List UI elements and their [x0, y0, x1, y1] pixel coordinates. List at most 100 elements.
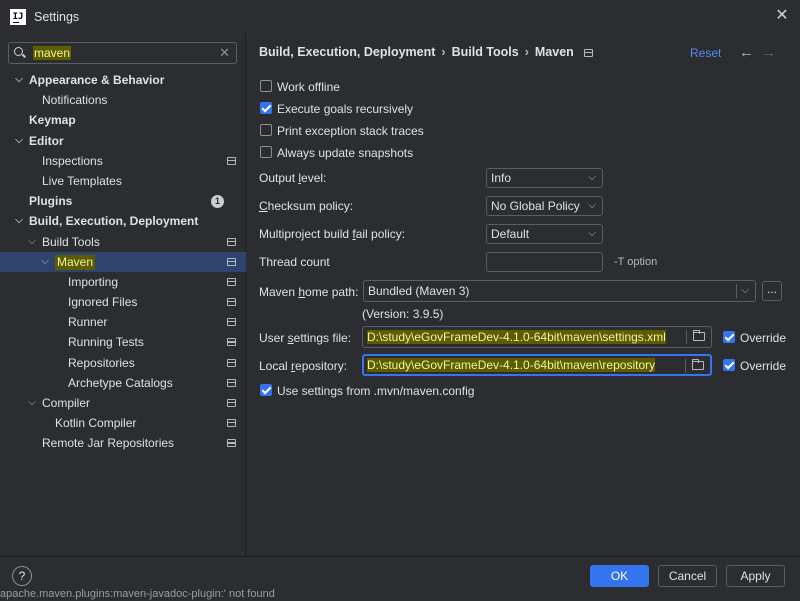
thread-count-hint: -T option: [614, 256, 658, 268]
project-scope-icon: [227, 237, 236, 246]
tree-item-ignored-files[interactable]: Ignored Files: [0, 292, 246, 312]
update-count-badge: 1: [211, 195, 224, 209]
maven-version: (Version: 3.9.5): [362, 307, 444, 321]
ok-button[interactable]: OK: [590, 565, 649, 587]
chevron-down-icon[interactable]: ⌵: [14, 70, 24, 90]
maven-settings-panel: Build, Execution, Deployment › Build Tools…: [247, 34, 800, 556]
reset-link[interactable]: Reset: [690, 46, 721, 60]
tree-item-label: Notifications: [42, 93, 108, 108]
project-scope-icon: [227, 399, 236, 407]
label-mnemonic: C: [259, 199, 268, 213]
help-button[interactable]: ?: [12, 566, 32, 586]
tree-item-archetype-catalogs[interactable]: Archetype Catalogs: [0, 373, 246, 393]
label-text: ettings file:: [293, 331, 352, 345]
label-text: Multiproject build: [259, 227, 353, 241]
chevron-down-icon[interactable]: ⌵: [14, 211, 24, 231]
breadcrumb: Build, Execution, Deployment › Build Tools…: [259, 45, 593, 59]
folder-icon[interactable]: [692, 359, 704, 370]
checkbox-label: Always update snapshots: [277, 146, 414, 160]
tree-item-notifications[interactable]: Notifications: [0, 90, 246, 110]
breadcrumb-item: Build, Execution, Deployment: [259, 45, 436, 59]
chevron-down-icon[interactable]: ⌵: [27, 232, 37, 252]
checkbox-box[interactable]: [260, 102, 272, 114]
checksum-policy-label: Checksum policy:: [259, 199, 353, 213]
project-scope-icon: [227, 358, 236, 367]
tree-item-remote-jar-repositories[interactable]: Remote Jar Repositories: [0, 433, 246, 453]
output-level-select[interactable]: Info ⌵: [486, 168, 603, 188]
maven-home-label: Maven home path:: [259, 285, 358, 299]
chevron-down-icon[interactable]: ⌵: [14, 131, 24, 151]
output-level-label: Output level:: [259, 171, 326, 185]
checkbox-box[interactable]: [723, 331, 735, 343]
tree-item-kotlin-compiler[interactable]: Kotlin Compiler: [0, 413, 246, 433]
folder-icon[interactable]: [693, 330, 705, 341]
tree-item-running-tests[interactable]: Running Tests: [0, 332, 246, 352]
browse-maven-home-button[interactable]: ...: [762, 281, 782, 301]
tree-item-build-execution-deployment[interactable]: ⌵ Build, Execution, Deployment: [0, 211, 246, 231]
thread-count-label: Thread count: [259, 255, 330, 269]
tree-item-label: Live Templates: [42, 173, 122, 188]
chevron-down-icon[interactable]: ⌵: [27, 393, 37, 413]
tree-item-plugins[interactable]: Plugins 1: [0, 191, 246, 211]
divider: [686, 330, 687, 344]
label-text: ome path:: [305, 285, 359, 299]
window-title: Settings: [34, 10, 80, 24]
multiproject-fail-policy-select[interactable]: Default ⌵: [486, 224, 603, 244]
background-status-text: apache.maven.plugins:maven-javadoc-plugi…: [0, 588, 275, 600]
checkbox-box[interactable]: [260, 124, 272, 136]
label-text: hecksum policy:: [267, 199, 354, 213]
close-icon[interactable]: ✕: [774, 8, 790, 24]
chevron-down-icon: ⌵: [741, 285, 749, 296]
tree-item-appearance-behavior[interactable]: ⌵ Appearance & Behavior: [0, 70, 246, 90]
settings-sidebar: maven ✕ ⌵ Appearance & Behavior Notificati…: [0, 34, 246, 556]
thread-count-input[interactable]: [486, 252, 603, 272]
breadcrumb-separator: ›: [441, 45, 446, 59]
tree-item-maven[interactable]: ⌵ Maven: [0, 251, 246, 272]
local-repository-input[interactable]: D:\study\eGovFrameDev-4.1.0-64bit\maven\…: [362, 354, 712, 376]
search-box[interactable]: maven ✕: [8, 42, 237, 64]
breadcrumb-item: Build Tools: [451, 45, 519, 59]
chevron-down-icon[interactable]: ⌵: [40, 252, 50, 272]
tree-item-label: Build, Execution, Deployment: [29, 214, 199, 229]
checkbox-box[interactable]: [260, 146, 272, 158]
tree-item-compiler[interactable]: ⌵ Compiler: [0, 393, 246, 413]
tree-item-live-templates[interactable]: Live Templates: [0, 171, 246, 191]
tree-item-inspections[interactable]: Inspections: [0, 151, 246, 171]
checkbox-box[interactable]: [260, 80, 272, 92]
tree-item-repositories[interactable]: Repositories: [0, 353, 246, 373]
tree-item-label: Compiler: [42, 396, 91, 410]
forward-arrow-icon[interactable]: →: [761, 44, 776, 61]
tree-item-importing[interactable]: Importing: [0, 272, 246, 292]
tree-item-label: Editor: [29, 133, 64, 148]
back-arrow-icon[interactable]: ←: [739, 44, 754, 61]
project-scope-icon: [227, 318, 236, 327]
tree-item-label: Plugins: [29, 194, 73, 209]
search-input[interactable]: maven: [33, 46, 72, 60]
tree-item-label: Build Tools: [42, 234, 100, 249]
checksum-policy-select[interactable]: No Global Policy ⌵: [486, 196, 603, 216]
maven-home-select[interactable]: Bundled (Maven 3) ⌵: [363, 280, 756, 302]
search-icon[interactable]: [14, 45, 30, 61]
tree-item-editor[interactable]: ⌵ Editor: [0, 131, 246, 151]
tree-item-label: Runner: [68, 315, 108, 330]
tree-item-runner[interactable]: Runner: [0, 312, 246, 332]
tree-item-build-tools[interactable]: ⌵ Build Tools: [0, 232, 246, 252]
user-settings-file-label: User settings file:: [259, 331, 351, 345]
clear-search-icon[interactable]: ✕: [219, 45, 230, 61]
tree-item-label: Inspections: [42, 153, 103, 168]
divider: [685, 359, 686, 373]
project-scope-icon: [227, 338, 236, 347]
project-scope-icon: [227, 257, 236, 266]
user-settings-file-input[interactable]: D:\study\eGovFrameDev-4.1.0-64bit\maven\…: [362, 326, 712, 348]
title-bar: IJ Settings ✕: [0, 0, 800, 34]
cancel-button[interactable]: Cancel: [658, 565, 717, 587]
apply-button[interactable]: Apply: [726, 565, 785, 587]
tree-item-keymap[interactable]: Keymap: [0, 110, 246, 130]
local-repository-label: Local repository:: [259, 359, 347, 373]
tree-item-label: Archetype Catalogs: [68, 375, 173, 390]
checkbox-box[interactable]: [723, 359, 735, 371]
project-scope-icon: [227, 298, 236, 307]
checkbox-box[interactable]: [260, 384, 272, 396]
input-value: D:\study\eGovFrameDev-4.1.0-64bit\maven\…: [367, 358, 656, 372]
multiproject-fail-policy-label: Multiproject build fail policy:: [259, 227, 405, 241]
